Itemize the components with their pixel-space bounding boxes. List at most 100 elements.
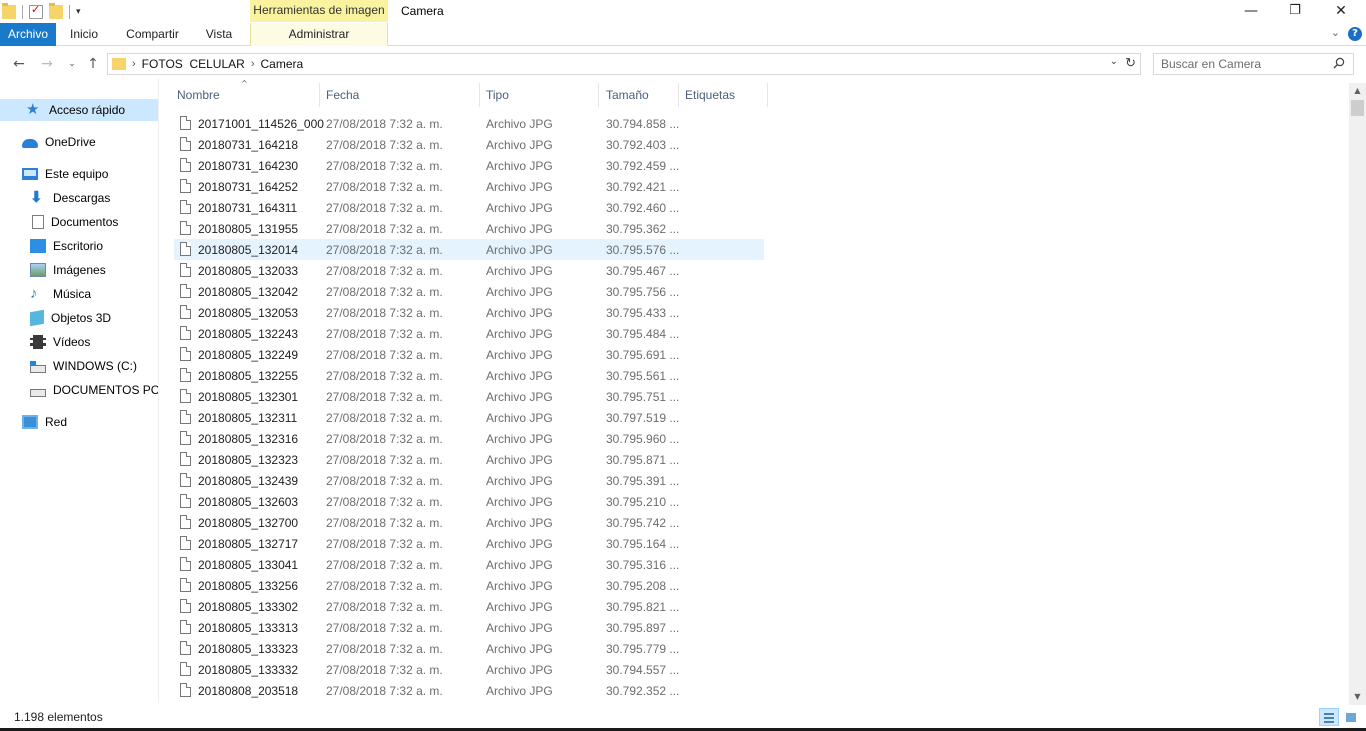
- file-date: 27/08/2018 7:32 a. m.: [326, 222, 443, 236]
- column-header-fecha[interactable]: Fecha: [319, 83, 480, 107]
- file-row[interactable]: 20180805_133302 27/08/2018 7:32 a. m. Arch…: [174, 596, 764, 617]
- maximize-button[interactable]: ❐: [1272, 0, 1318, 22]
- file-row[interactable]: 20180731_164230 27/08/2018 7:32 a. m. Arch…: [174, 155, 764, 176]
- new-folder-icon[interactable]: [49, 3, 63, 19]
- sidebar-item-windows-c[interactable]: WINDOWS (C:): [0, 355, 158, 377]
- file-row[interactable]: 20180805_132316 27/08/2018 7:32 a. m. Arch…: [174, 428, 764, 449]
- file-type: Archivo JPG: [486, 264, 553, 278]
- up-arrow-icon[interactable]: ↑: [83, 54, 103, 74]
- sidebar-item-documentos[interactable]: Documentos: [0, 211, 158, 233]
- file-row[interactable]: 20180805_132042 27/08/2018 7:32 a. m. Arch…: [174, 281, 764, 302]
- minimize-button[interactable]: —: [1228, 0, 1274, 22]
- large-icons-view-icon[interactable]: [1341, 708, 1361, 726]
- file-row[interactable]: 20180805_132439 27/08/2018 7:32 a. m. Arch…: [174, 470, 764, 491]
- sidebar-item-escritorio[interactable]: Escritorio: [0, 235, 158, 257]
- expand-ribbon-icon[interactable]: ⌄: [1331, 26, 1340, 39]
- address-bar[interactable]: › FOTOS CELULAR › Camera ⌄ ↻: [107, 53, 1141, 75]
- file-row[interactable]: 20180731_164252 27/08/2018 7:32 a. m. Arch…: [174, 176, 764, 197]
- file-name: 20180805_133332: [198, 663, 299, 677]
- close-button[interactable]: ✕: [1318, 0, 1364, 22]
- file-row[interactable]: 20180805_133313 27/08/2018 7:32 a. m. Arch…: [174, 617, 764, 638]
- file-row[interactable]: 20180805_132301 27/08/2018 7:32 a. m. Arch…: [174, 386, 764, 407]
- vertical-scrollbar[interactable]: ▲ ▼: [1349, 83, 1366, 705]
- tab-administrar[interactable]: Administrar: [250, 23, 388, 46]
- file-size: 30.795.164 ...: [606, 537, 680, 551]
- refresh-icon[interactable]: ↻: [1125, 55, 1136, 71]
- scroll-down-icon[interactable]: ▼: [1349, 689, 1366, 705]
- breadcrumb-fotos-celular[interactable]: FOTOS CELULAR: [142, 57, 245, 71]
- sidebar-item-videos[interactable]: Vídeos: [0, 331, 158, 353]
- file-row[interactable]: 20180805_132053 27/08/2018 7:32 a. m. Arch…: [174, 302, 764, 323]
- search-icon[interactable]: [1333, 57, 1345, 69]
- scrollbar-thumb[interactable]: [1351, 100, 1364, 116]
- file-icon: [180, 368, 191, 382]
- recent-locations-icon[interactable]: ⌄: [62, 54, 82, 74]
- file-row[interactable]: 20180805_133323 27/08/2018 7:32 a. m. Arch…: [174, 638, 764, 659]
- file-row[interactable]: 20180805_133332 27/08/2018 7:32 a. m. Arch…: [174, 659, 764, 680]
- tab-vista[interactable]: Vista: [199, 23, 239, 46]
- file-size: 30.795.561 ...: [606, 369, 680, 383]
- file-row[interactable]: 20180805_132255 27/08/2018 7:32 a. m. Arch…: [174, 365, 764, 386]
- chevron-right-icon[interactable]: ›: [132, 58, 136, 70]
- file-name: 20180805_132033: [198, 264, 299, 278]
- sidebar-item-red[interactable]: Red: [0, 411, 158, 433]
- file-row[interactable]: 20180805_133041 27/08/2018 7:32 a. m. Arch…: [174, 554, 764, 575]
- file-row[interactable]: 20180805_132323 27/08/2018 7:32 a. m. Arch…: [174, 449, 764, 470]
- file-row[interactable]: 20180805_132014 27/08/2018 7:32 a. m. Arch…: [174, 239, 764, 260]
- file-row[interactable]: 20171001_114526_000 27/08/2018 7:32 a. m.…: [174, 113, 764, 134]
- column-header-tamano[interactable]: Tamaño: [599, 83, 679, 107]
- sidebar-item-musica[interactable]: ♪ Música: [0, 283, 158, 305]
- file-row[interactable]: 20180731_164218 27/08/2018 7:32 a. m. Arch…: [174, 134, 764, 155]
- file-row[interactable]: 20180805_132311 27/08/2018 7:32 a. m. Arch…: [174, 407, 764, 428]
- tab-compartir[interactable]: Compartir: [119, 23, 186, 46]
- sidebar-item-documentos-pc[interactable]: DOCUMENTOS PC (: [0, 379, 158, 401]
- videos-icon: [30, 335, 46, 349]
- sidebar-item-imagenes[interactable]: Imágenes: [0, 259, 158, 281]
- file-icon: [180, 620, 191, 634]
- details-view-icon[interactable]: [1319, 708, 1339, 726]
- file-row[interactable]: 20180808_203518 27/08/2018 7:32 a. m. Arch…: [174, 680, 764, 701]
- file-name: 20180731_164218: [198, 138, 299, 152]
- properties-icon[interactable]: [29, 3, 43, 19]
- file-row[interactable]: 20180731_164311 27/08/2018 7:32 a. m. Arch…: [174, 197, 764, 218]
- file-name: 20180731_164230: [198, 159, 299, 173]
- sidebar-item-descargas[interactable]: ⬇ Descargas: [0, 187, 158, 209]
- address-dropdown-icon[interactable]: ⌄: [1110, 56, 1118, 67]
- file-row[interactable]: 20180805_132243 27/08/2018 7:32 a. m. Arch…: [174, 323, 764, 344]
- search-input[interactable]: [1153, 53, 1354, 75]
- file-row[interactable]: 20180805_132603 27/08/2018 7:32 a. m. Arch…: [174, 491, 764, 512]
- file-row[interactable]: 20180805_132700 27/08/2018 7:32 a. m. Arch…: [174, 512, 764, 533]
- file-type: Archivo JPG: [486, 243, 553, 257]
- status-bar: 1.198 elementos: [0, 706, 1366, 728]
- file-size: 30.795.742 ...: [606, 516, 680, 530]
- ribbon-tabs: Archivo Inicio Compartir Vista Administr…: [0, 23, 1366, 46]
- tab-inicio[interactable]: Inicio: [62, 23, 106, 46]
- column-header-etiquetas[interactable]: Etiquetas: [678, 83, 768, 107]
- sidebar-item-este-equipo[interactable]: Este equipo: [0, 163, 158, 185]
- file-row[interactable]: 20180805_132249 27/08/2018 7:32 a. m. Arch…: [174, 344, 764, 365]
- chevron-right-icon[interactable]: ›: [251, 58, 255, 70]
- breadcrumb-camera[interactable]: Camera: [260, 57, 303, 71]
- file-type: Archivo JPG: [486, 600, 553, 614]
- tab-archivo[interactable]: Archivo: [0, 23, 56, 46]
- customize-toolbar-icon[interactable]: ▾: [76, 7, 81, 17]
- file-row[interactable]: 20180805_131955 27/08/2018 7:32 a. m. Arch…: [174, 218, 764, 239]
- file-date: 27/08/2018 7:32 a. m.: [326, 138, 443, 152]
- pane-divider[interactable]: [158, 78, 159, 703]
- file-date: 27/08/2018 7:32 a. m.: [326, 621, 443, 635]
- file-row[interactable]: 20180805_132033 27/08/2018 7:32 a. m. Arch…: [174, 260, 764, 281]
- file-row[interactable]: 20180805_132717 27/08/2018 7:32 a. m. Arch…: [174, 533, 764, 554]
- file-size: 30.795.362 ...: [606, 222, 680, 236]
- navigation-pane: ★ Acceso rápido OneDrive Este equipo ⬇ D…: [0, 91, 158, 703]
- sidebar-item-acceso-rapido[interactable]: ★ Acceso rápido: [0, 99, 158, 121]
- help-icon[interactable]: ?: [1348, 27, 1362, 41]
- file-row[interactable]: 20180805_133256 27/08/2018 7:32 a. m. Arch…: [174, 575, 764, 596]
- forward-arrow-icon[interactable]: →: [37, 54, 57, 74]
- scroll-up-icon[interactable]: ▲: [1349, 83, 1366, 99]
- back-arrow-icon[interactable]: ←: [9, 54, 29, 74]
- column-header-nombre[interactable]: Nombre: [170, 83, 320, 107]
- sidebar-item-objetos-3d[interactable]: Objetos 3D: [0, 307, 158, 329]
- column-header-tipo[interactable]: Tipo: [479, 83, 599, 107]
- file-type: Archivo JPG: [486, 516, 553, 530]
- sidebar-item-onedrive[interactable]: OneDrive: [0, 131, 158, 153]
